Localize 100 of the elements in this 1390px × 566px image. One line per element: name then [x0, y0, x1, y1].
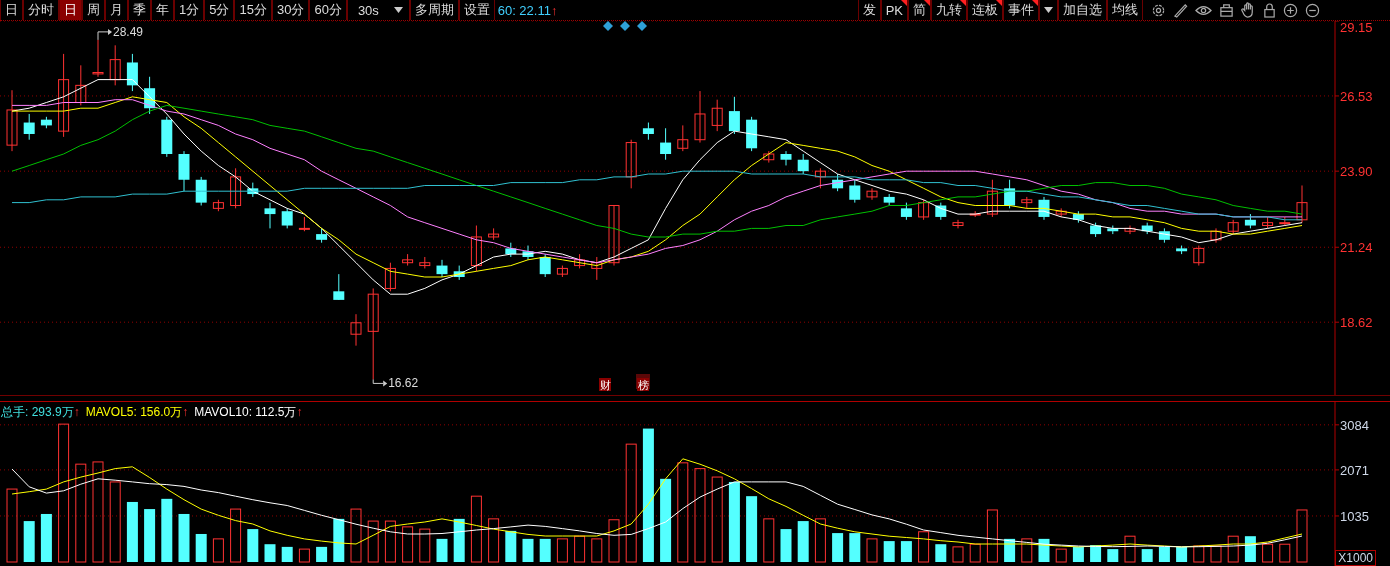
volume-bar	[23, 521, 35, 562]
volume-bar	[470, 495, 482, 563]
candlestick	[969, 210, 981, 218]
period-tab[interactable]: 月	[105, 0, 128, 20]
period-tab[interactable]: 30分	[271, 0, 310, 20]
volume-bar	[453, 518, 465, 562]
volume-bar	[952, 546, 964, 563]
candlestick	[350, 313, 362, 347]
volume-bar	[814, 518, 826, 563]
volume-bar	[608, 519, 620, 563]
candlestick	[522, 245, 534, 261]
leader-line	[97, 28, 112, 41]
candlestick	[230, 167, 242, 209]
tool-button[interactable]: 事件	[1003, 0, 1039, 20]
axis-label: 21.24	[1340, 240, 1373, 256]
volume-bar	[1141, 549, 1153, 562]
period-tab[interactable]: 多周期	[409, 0, 459, 20]
candlestick	[1227, 219, 1239, 235]
volume-bar	[1193, 545, 1205, 563]
candlestick	[642, 122, 654, 141]
tool-button[interactable]: 九转	[931, 0, 967, 20]
more-dropdown[interactable]	[1039, 0, 1058, 20]
volume-bar	[780, 529, 792, 562]
volume-bar	[969, 543, 981, 563]
volume-bar	[1296, 509, 1308, 563]
period-tab[interactable]: 年	[151, 0, 174, 20]
candlestick	[832, 173, 844, 192]
volume-bar	[986, 509, 998, 563]
volume-bar	[539, 538, 551, 562]
tool-button[interactable]: 简	[908, 0, 931, 20]
axis-label: 2071	[1340, 462, 1369, 478]
volume-bar	[832, 533, 844, 562]
candlestick	[711, 99, 723, 132]
axis-label: 18.62	[1340, 315, 1373, 331]
candlestick	[849, 179, 861, 204]
candlestick	[797, 153, 809, 175]
candlestick	[92, 39, 104, 78]
event-marker[interactable]: 财	[599, 379, 611, 391]
candlestick	[402, 253, 414, 267]
volume-bar	[900, 541, 912, 562]
pen-icon[interactable]	[1173, 2, 1188, 18]
candlestick	[195, 176, 207, 206]
volume-bar	[918, 531, 930, 563]
volume-bar	[1004, 538, 1016, 562]
candlestick	[40, 116, 52, 129]
candlestick	[384, 262, 396, 292]
volume-bar	[522, 538, 534, 562]
period-tab[interactable]: 季	[128, 0, 151, 20]
lock-icon[interactable]	[1263, 2, 1276, 18]
candlestick	[952, 219, 964, 229]
period-tab[interactable]: 15分	[234, 0, 272, 20]
candlestick	[144, 76, 156, 115]
candlestick	[1004, 179, 1016, 209]
settings-icon[interactable]	[1151, 2, 1166, 18]
candlestick	[574, 253, 586, 269]
candlestick	[1141, 222, 1153, 235]
volume-bar	[367, 520, 379, 563]
candlestick	[1090, 222, 1102, 238]
candlestick	[746, 116, 758, 152]
period-dropdown[interactable]: 30s	[346, 0, 410, 20]
eye-icon[interactable]	[1195, 3, 1212, 17]
candlestick	[780, 150, 792, 166]
latest-price-label: 60: 22.11↑	[496, 1, 558, 20]
candlestick	[75, 64, 87, 106]
volume-bar	[935, 544, 947, 562]
period-tab[interactable]: 1分	[174, 0, 205, 20]
period-tab[interactable]: 日	[59, 0, 82, 20]
candlestick	[126, 53, 138, 92]
volume-bar	[402, 526, 414, 563]
price-label: 28.49	[113, 24, 144, 39]
marker-background	[637, 378, 649, 391]
period-tab[interactable]: 5分	[204, 0, 235, 20]
zoom-out-icon[interactable]	[1305, 2, 1320, 18]
event-marker[interactable]: 榜	[637, 379, 649, 391]
period-tab[interactable]: 周	[82, 0, 105, 20]
volume-bar	[1210, 545, 1222, 563]
candlestick	[264, 202, 276, 229]
tool-button[interactable]: PK	[880, 0, 908, 20]
candlestick	[1210, 227, 1222, 244]
period-tab[interactable]: 设置	[458, 0, 495, 20]
tool-button[interactable]: 连板	[967, 0, 1003, 20]
volume-bar	[281, 546, 293, 562]
candlestick	[591, 256, 603, 281]
volume-bar	[505, 530, 517, 562]
candlestick	[677, 124, 689, 152]
tool-button[interactable]: 发	[857, 0, 881, 20]
volume-bar	[1107, 549, 1119, 562]
volume-bar	[1021, 538, 1033, 563]
candlestick	[1279, 216, 1291, 226]
tool-button[interactable]: 均线	[1107, 0, 1143, 20]
candlestick	[918, 199, 930, 221]
toolbox-icon[interactable]	[1219, 2, 1234, 18]
period-tab[interactable]: 日	[0, 0, 23, 20]
hand-icon[interactable]	[1241, 2, 1256, 18]
axis-label: 1035	[1340, 508, 1369, 524]
period-tab[interactable]: 60分	[309, 0, 347, 20]
tool-button[interactable]: 加自选	[1058, 0, 1107, 20]
candlestick	[1021, 196, 1033, 209]
candlestick	[1262, 216, 1274, 229]
zoom-in-icon[interactable]	[1283, 2, 1298, 18]
